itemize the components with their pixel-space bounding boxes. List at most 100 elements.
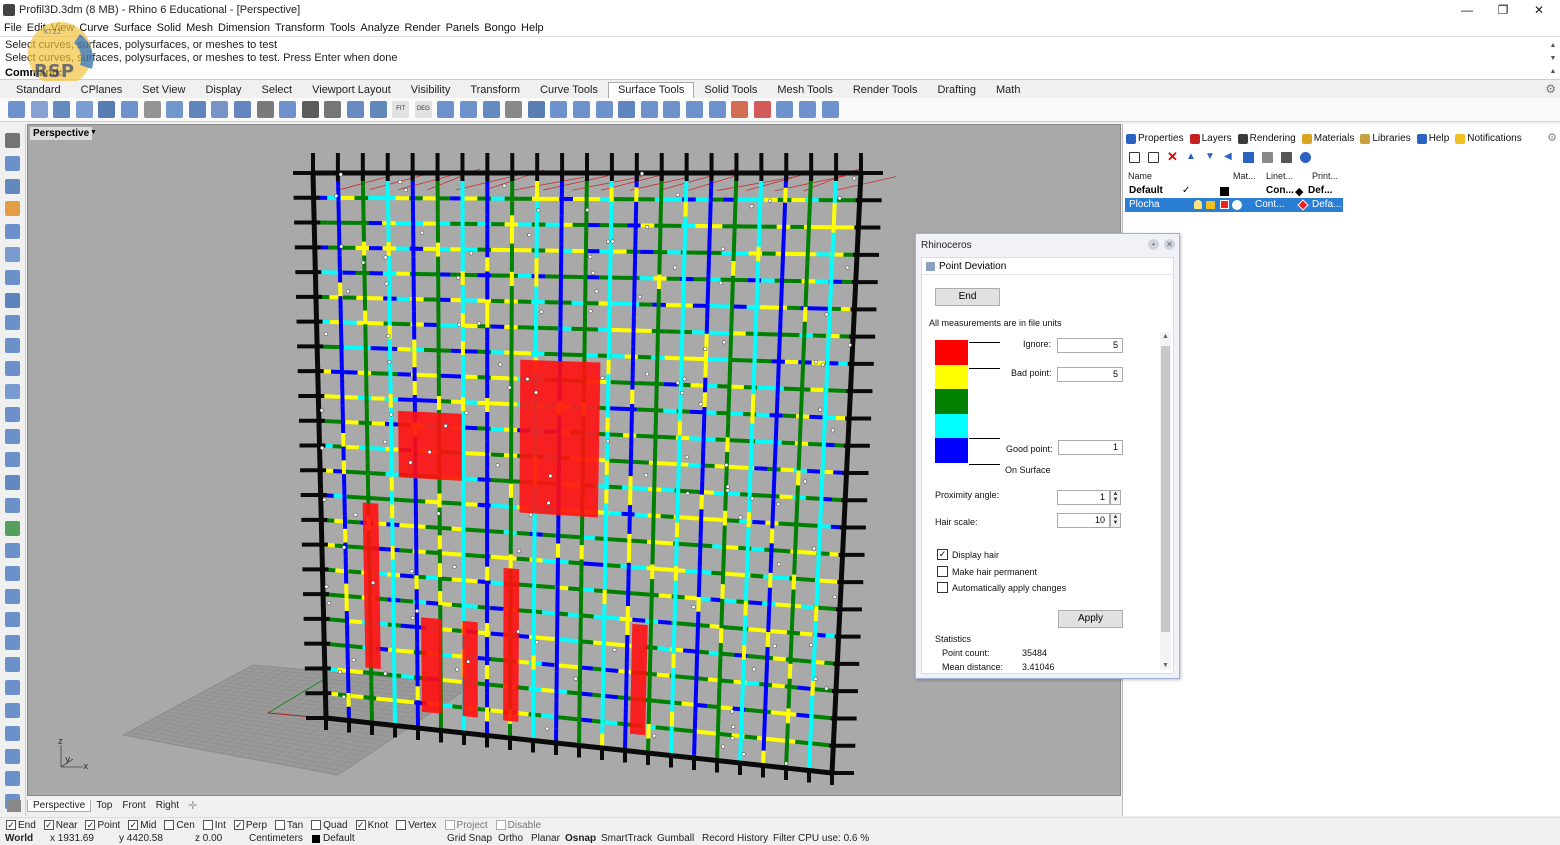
maximize-button[interactable]: ❐ — [1485, 0, 1521, 19]
lights-tool-icon[interactable] — [5, 703, 20, 718]
osnap-near[interactable]: ✓ Near — [43, 820, 77, 831]
col-linetype[interactable]: Linet... — [1266, 171, 1293, 181]
mesh-tool-icon[interactable] — [5, 497, 20, 513]
viewport-tab-top[interactable]: Top — [91, 800, 117, 811]
solid-tool-icon[interactable] — [5, 406, 20, 422]
tab-mesh-tools[interactable]: Mesh Tools — [767, 82, 843, 98]
gradient-icon[interactable] — [663, 101, 681, 118]
history-tool-icon[interactable] — [5, 771, 20, 787]
layer-help-icon[interactable] — [1300, 151, 1311, 163]
osnap-end[interactable]: ✓ End — [6, 820, 36, 831]
checkbox[interactable]: ✓ — [233, 820, 244, 830]
viewport-tab-front[interactable]: Front — [117, 800, 150, 811]
boolean-tool-icon[interactable] — [5, 475, 20, 490]
transform-tool-icon[interactable] — [5, 543, 20, 559]
tab-select[interactable]: Select — [251, 82, 303, 98]
status-units[interactable]: Centimeters — [249, 833, 303, 844]
menu-edit[interactable]: Edit — [26, 22, 50, 34]
tab-drafting[interactable]: Drafting — [927, 82, 986, 98]
box-tool-icon[interactable] — [5, 429, 20, 445]
point-tool-icon[interactable] — [5, 155, 20, 171]
block-tool-icon[interactable] — [5, 725, 20, 741]
pyramid-icon[interactable] — [550, 101, 568, 118]
status-layer[interactable]: Default — [323, 833, 355, 844]
polyline-tool-icon[interactable] — [5, 178, 20, 194]
viewport-tab-right[interactable]: Right — [151, 800, 184, 811]
move-layer-up-icon[interactable]: ▲ — [1186, 151, 1197, 163]
record-history-toggle[interactable]: Record History — [702, 833, 768, 844]
menu-bongo[interactable]: Bongo — [483, 22, 520, 34]
layers-tool-icon[interactable] — [5, 680, 20, 696]
cylinder-icon[interactable] — [505, 101, 523, 118]
current-layer-check[interactable]: ✓ — [1182, 185, 1190, 196]
tab-solid-tools[interactable]: Solid Tools — [694, 82, 768, 98]
layer-linetype[interactable]: Cont... — [1255, 199, 1284, 210]
col-material[interactable]: Mat... — [1233, 171, 1256, 181]
vertical-plane-icon[interactable] — [211, 101, 229, 118]
taper-icon[interactable] — [595, 101, 613, 118]
checkbox[interactable]: ✓ — [85, 820, 96, 830]
menu-dimension[interactable]: Dimension — [217, 22, 274, 34]
viewport-title[interactable]: Perspective — [30, 127, 93, 140]
move-layer-down-icon[interactable]: ▼ — [1205, 151, 1216, 163]
panel-tab-libraries[interactable]: Libraries — [1360, 133, 1411, 144]
flow-icon[interactable] — [618, 101, 636, 118]
panel-settings-gear-icon[interactable]: ⚙ — [1547, 131, 1557, 144]
extrude-icon[interactable] — [143, 101, 161, 118]
end-button[interactable]: End — [935, 288, 1000, 306]
gumball-toggle[interactable]: Gumball — [657, 833, 694, 844]
array-tool-icon[interactable] — [5, 589, 20, 604]
layer-color-swatch[interactable] — [1220, 200, 1229, 209]
tab-cplanes[interactable]: CPlanes — [70, 82, 133, 98]
hair-scale-input[interactable]: 10 — [1057, 513, 1110, 528]
lock-icon[interactable] — [1206, 201, 1215, 209]
loft-tool-icon[interactable] — [5, 383, 20, 399]
sphere-tool-icon[interactable] — [5, 452, 20, 468]
tab-surface-tools[interactable]: Surface Tools — [607, 82, 695, 98]
rectangle-tool-icon[interactable] — [5, 269, 20, 285]
mirror-tool-icon[interactable] — [5, 566, 20, 582]
edge-srf-icon[interactable] — [256, 101, 274, 118]
menu-file[interactable]: File — [3, 22, 26, 34]
viewport-tab-perspective[interactable]: Perspective — [27, 799, 92, 812]
rail-revolve-icon[interactable] — [98, 101, 116, 118]
dir-icon[interactable] — [708, 101, 726, 118]
tab-render-tools[interactable]: Render Tools — [842, 82, 928, 98]
patch-icon[interactable] — [234, 101, 251, 118]
col-name[interactable]: Name — [1128, 171, 1152, 181]
revolve-icon[interactable] — [75, 101, 93, 118]
command-area[interactable]: Select curves, surfaces, polysurfaces, o… — [0, 36, 1560, 88]
layer-row[interactable]: Plocha Cont... Defa... — [1125, 198, 1343, 212]
analysis-icon[interactable] — [686, 101, 703, 118]
osnap-vertex[interactable]: Vertex — [396, 820, 437, 831]
osnap-int[interactable]: Int — [202, 820, 226, 831]
layer-print[interactable]: Def... — [1308, 185, 1332, 196]
tab-curve-tools[interactable]: Curve Tools — [530, 82, 608, 98]
panel-tab-notifications[interactable]: Notifications — [1455, 133, 1522, 144]
drape-icon[interactable] — [279, 101, 297, 118]
planar-toggle[interactable]: Planar — [531, 833, 560, 844]
panel-tab-layers[interactable]: Layers — [1189, 133, 1232, 144]
lightbulb-icon[interactable] — [1194, 200, 1202, 209]
material-icon[interactable] — [1232, 200, 1242, 210]
status-cplane[interactable]: World — [5, 833, 33, 844]
checkbox[interactable]: ✓ — [6, 820, 16, 830]
tab-display[interactable]: Display — [195, 82, 252, 98]
ignore-input[interactable]: 5 — [1057, 338, 1123, 353]
split-icon[interactable] — [776, 101, 794, 118]
proximity-angle-input[interactable]: 1 — [1057, 490, 1110, 505]
tab-set-view[interactable]: Set View — [132, 82, 196, 98]
layer-settings-icon[interactable] — [1281, 151, 1292, 163]
edge-icon[interactable] — [753, 101, 771, 118]
circle-tool-icon[interactable] — [5, 224, 20, 240]
pick-icon[interactable] — [460, 101, 477, 118]
filter-icon[interactable] — [1243, 151, 1254, 163]
tab-viewport-layout[interactable]: Viewport Layout — [302, 82, 401, 98]
box-icon[interactable] — [527, 101, 545, 118]
crowd-icon[interactable] — [324, 101, 342, 118]
layer-print[interactable]: Defa... — [1312, 199, 1341, 210]
menu-tools[interactable]: Tools — [329, 22, 360, 34]
deviation-icon[interactable] — [731, 101, 749, 118]
hair-scale-spinner[interactable]: ▲ ▼ — [1110, 513, 1121, 528]
new-layer-icon[interactable] — [1129, 151, 1140, 163]
